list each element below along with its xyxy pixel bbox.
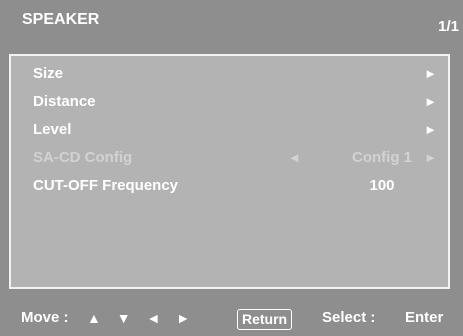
cutoff-frequency-value: 100 bbox=[369, 177, 395, 194]
right-arrow-icon: ► bbox=[424, 94, 437, 109]
menu-item-cutoff-frequency[interactable]: CUT-OFF Frequency 100 bbox=[21, 175, 451, 197]
sacd-config-value: Config 1 bbox=[352, 149, 412, 166]
footer-help-bar: Move : ▲ ▼ ◄ ► Return Select : Enter bbox=[0, 300, 463, 336]
menu-item-label: Size bbox=[33, 65, 64, 82]
menu-item-size[interactable]: Size ► bbox=[21, 63, 451, 85]
menu-item-label: SA-CD Config bbox=[33, 149, 133, 166]
move-label: Move : bbox=[21, 309, 69, 326]
menu-item-label: CUT-OFF Frequency bbox=[33, 177, 179, 194]
osd-screen: SPEAKER 1/1 Size ► Distance ► Level ► SA… bbox=[0, 0, 463, 336]
right-arrow-icon: ► bbox=[424, 66, 437, 81]
menu-panel bbox=[9, 54, 450, 289]
right-arrow-icon: ► bbox=[424, 122, 437, 137]
direction-arrows-icon: ▲ ▼ ◄ ► bbox=[87, 310, 197, 326]
menu-item-distance[interactable]: Distance ► bbox=[21, 91, 451, 113]
menu-item-level[interactable]: Level ► bbox=[21, 119, 451, 141]
left-arrow-icon: ◄ bbox=[288, 150, 301, 165]
page-title: SPEAKER bbox=[22, 11, 100, 28]
page-indicator: 1/1 bbox=[438, 18, 459, 35]
select-label: Select : bbox=[322, 309, 376, 326]
menu-item-label: Level bbox=[33, 121, 72, 138]
right-arrow-icon: ► bbox=[424, 150, 437, 165]
menu-item-label: Distance bbox=[33, 93, 96, 110]
menu-item-sacd-config: SA-CD Config ◄ Config 1 ► bbox=[21, 147, 451, 169]
title-bar: SPEAKER 1/1 bbox=[0, 0, 463, 38]
return-button[interactable]: Return bbox=[237, 309, 293, 330]
enter-label: Enter bbox=[405, 309, 444, 326]
